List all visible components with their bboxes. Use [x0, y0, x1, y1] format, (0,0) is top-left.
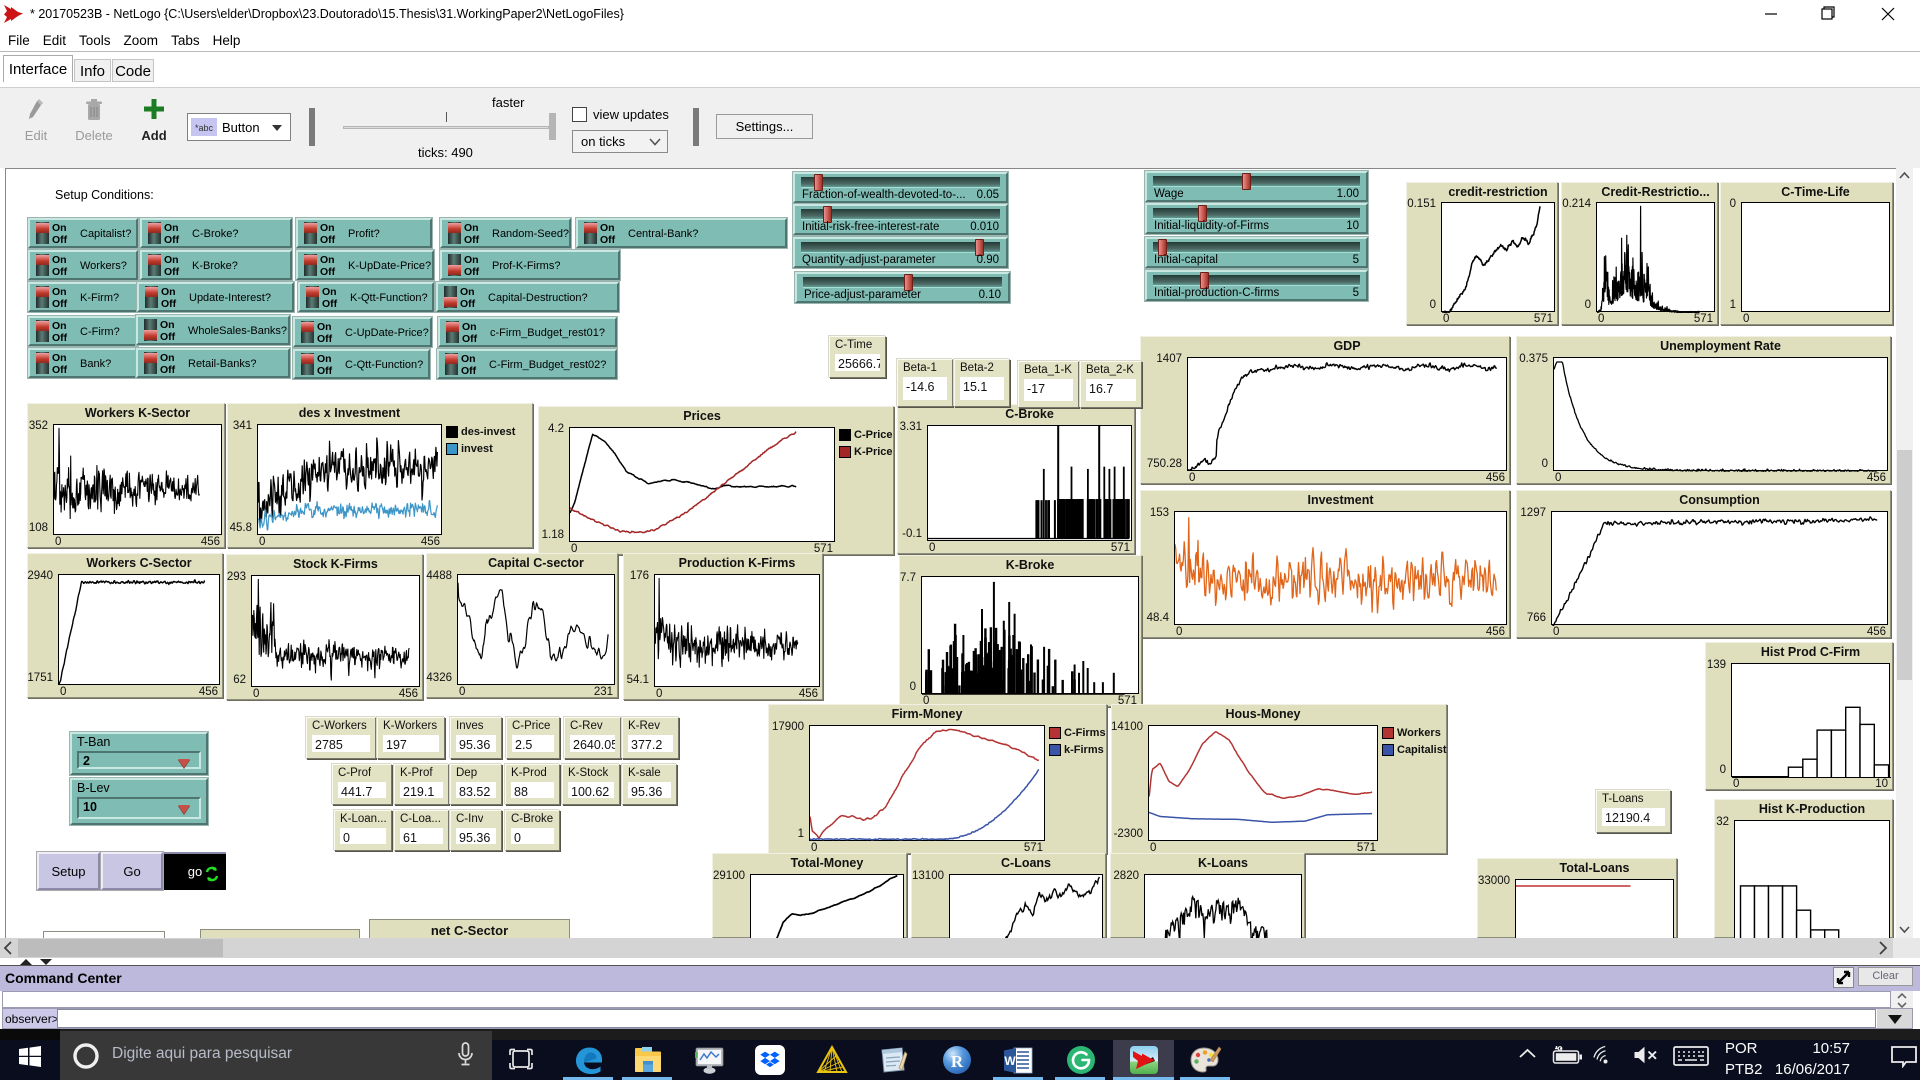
svg-text:R: R: [951, 1052, 964, 1071]
svg-text:W: W: [1004, 1054, 1016, 1068]
